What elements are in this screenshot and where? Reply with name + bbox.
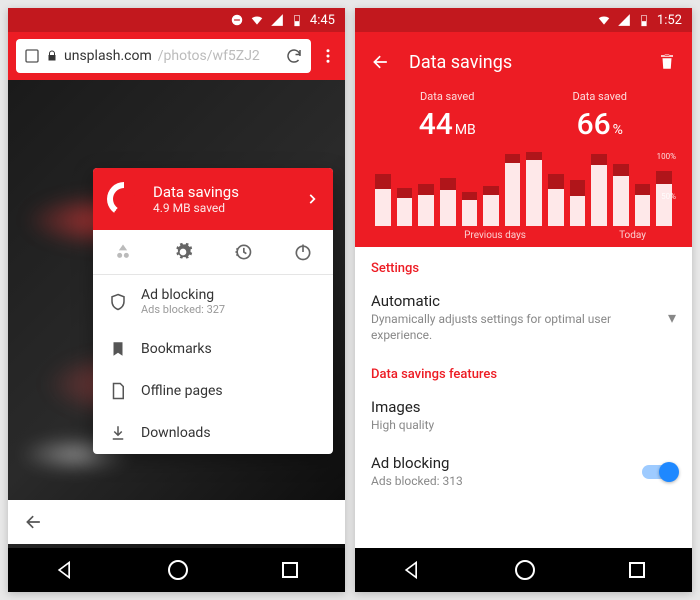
menu-item-bookmarks[interactable]: Bookmarks [93,328,333,370]
dnd-icon [230,13,244,27]
nav-home-icon[interactable] [515,560,535,580]
overflow-menu: Data savings 4.9 MB saved Ad blockingAds… [93,168,333,454]
menu-data-savings[interactable]: Data savings 4.9 MB saved [93,168,333,230]
savings-chart: 100% 50% [371,146,676,226]
url-path: /photos/wf5ZJ2 [158,48,260,64]
nav-back-icon[interactable] [55,560,75,580]
menu-item-sub: Ads blocked: 327 [141,303,225,316]
chart-bar [505,156,521,226]
browser-back-bar[interactable] [8,500,345,544]
download-icon [109,424,127,442]
reload-icon[interactable] [285,47,303,65]
section-features: Data savings features [355,353,692,388]
section-settings: Settings [355,247,692,282]
setting-desc: High quality [371,418,676,434]
wifi-icon [597,13,611,27]
chart-bar [591,156,607,226]
chart-bar [440,180,456,226]
menu-item-offline[interactable]: Offline pages [93,370,333,412]
dropdown-icon: ▾ [668,308,676,327]
power-icon[interactable] [291,240,315,264]
url-bar: unsplash.com/photos/wf5ZJ2 [8,32,345,80]
menu-item-adblocking[interactable]: Ad blockingAds blocked: 327 [93,275,333,328]
chart-bar [397,190,413,226]
menu-item-label: Bookmarks [141,341,212,357]
adblock-toggle[interactable] [642,465,676,479]
url-field[interactable]: unsplash.com/photos/wf5ZJ2 [16,39,311,73]
chart-bar [418,186,434,226]
android-navbar [355,548,692,592]
card-data-saved-pct: Data saved 66% [524,90,677,142]
menu-subtitle: 4.9 MB saved [153,201,293,215]
chart-bar [613,166,629,226]
menu-item-label: Offline pages [141,383,223,399]
menu-title: Data savings [153,183,293,201]
y-tick: 100% [657,152,676,161]
chart-x-today: Today [619,230,646,241]
delete-icon[interactable] [658,53,676,71]
setting-desc: Ads blocked: 313 [371,474,642,490]
chevron-right-icon [305,192,319,206]
setting-mode[interactable]: Automatic Dynamically adjusts settings f… [355,282,692,353]
battery-icon [290,13,304,27]
history-icon[interactable] [231,240,255,264]
status-bar: 4:45 [8,8,345,32]
android-navbar [8,548,345,592]
signal-icon [270,13,284,27]
setting-title: Images [371,398,676,416]
y-tick: 50% [661,192,676,201]
card-value: 44 [419,107,453,142]
battery-icon [637,13,651,27]
status-bar: 1:52 [355,8,692,32]
menu-item-label: Downloads [141,425,211,441]
card-label: Data saved [524,90,677,103]
card-unit: % [613,122,623,138]
phone-left: 4:45 unsplash.com/photos/wf5ZJ2 Data sav… [8,8,345,592]
chart-x-prev: Previous days [371,230,619,241]
status-time: 4:45 [310,13,335,28]
setting-title: Automatic [371,292,668,310]
data-savings-header: Data savings Data saved 44MB Data saved … [355,32,692,247]
nav-home-icon[interactable] [168,560,188,580]
url-host: unsplash.com [64,48,152,64]
nav-back-icon[interactable] [402,560,422,580]
nav-recents-icon[interactable] [282,562,298,578]
chart-bar [483,188,499,226]
signal-icon [617,13,631,27]
setting-title: Ad blocking [371,454,642,472]
page-icon [109,382,127,400]
phone-right: 1:52 Data savings Data saved 44MB Data s… [355,8,692,592]
page-title: Data savings [409,52,640,73]
chart-bar [548,176,564,226]
card-data-saved-mb: Data saved 44MB [371,90,524,142]
chart-bar [462,194,478,226]
bookmark-icon [109,340,127,358]
chart-bar [526,154,542,226]
shield-icon [109,293,127,311]
chart-y-ticks: 100% 50% [648,146,676,226]
lock-icon [46,50,58,62]
data-savings-donut-icon [107,182,141,216]
card-label: Data saved [371,90,524,103]
menu-item-label: Ad blocking [141,287,214,303]
menu-item-downloads[interactable]: Downloads [93,412,333,454]
setting-images[interactable]: Images High quality [355,388,692,444]
tab-icon [24,48,40,64]
card-value: 66 [577,107,611,142]
wifi-icon [250,13,264,27]
setting-adblock[interactable]: Ad blocking Ads blocked: 313 [355,444,692,500]
chart-bar [570,182,586,226]
menu-toolbar [93,230,333,275]
card-unit: MB [455,122,476,138]
menu-button[interactable] [319,47,337,65]
incognito-icon[interactable] [111,240,135,264]
gear-icon[interactable] [171,240,195,264]
back-icon[interactable] [371,52,391,72]
nav-recents-icon[interactable] [629,562,645,578]
setting-desc: Dynamically adjusts settings for optimal… [371,312,668,343]
chart-bar [375,176,391,226]
status-time: 1:52 [657,13,682,28]
arrow-left-icon [24,512,44,532]
